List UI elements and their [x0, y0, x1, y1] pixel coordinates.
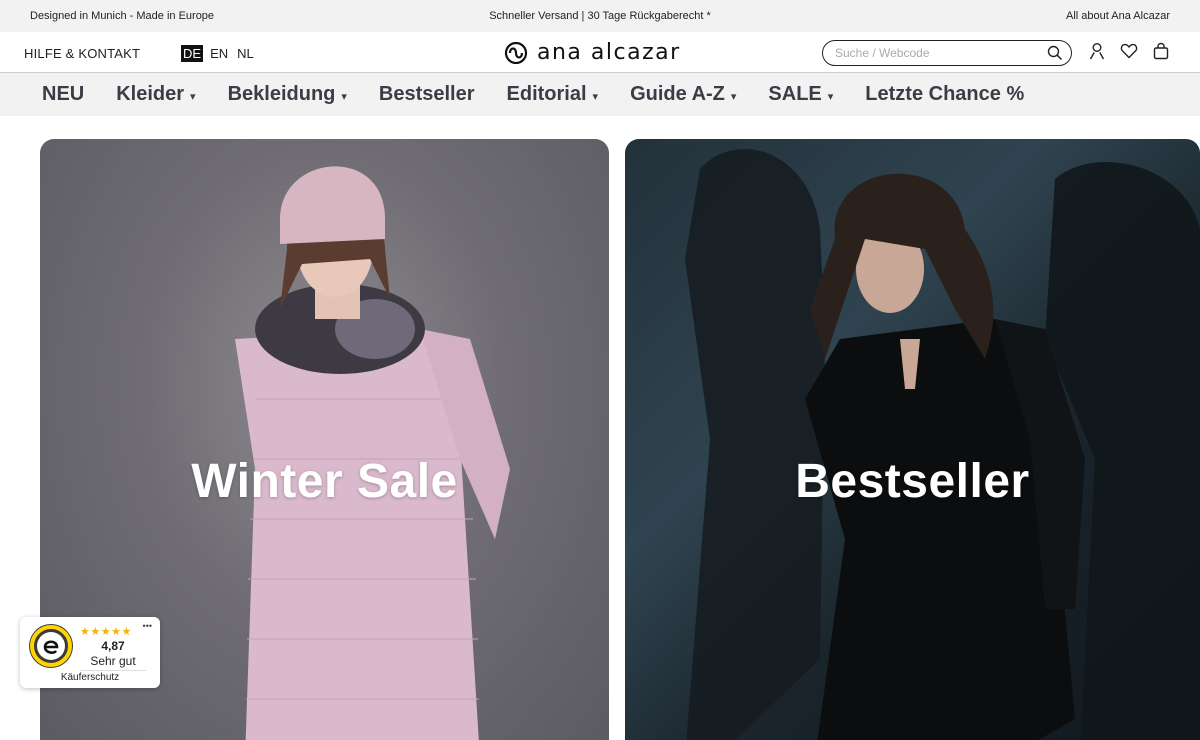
nav-item-neu[interactable]: NEU [42, 83, 84, 106]
wishlist-heart-icon[interactable] [1120, 42, 1138, 60]
search-icon[interactable] [1047, 45, 1063, 61]
chevron-down-icon: ▾ [827, 90, 834, 103]
nav-item-label: Editorial [506, 83, 587, 105]
hero-title-bestseller: Bestseller [795, 455, 1030, 508]
nav-item-label: Letzte Chance % [865, 83, 1025, 105]
nav-item-label: Bestseller [378, 83, 475, 105]
topbar-made-in-text: Designed in Munich - Made in Europe [30, 10, 215, 22]
language-de[interactable]: DE [181, 45, 204, 62]
chevron-down-icon: ▾ [341, 90, 347, 103]
nav-item-letzte-chance[interactable]: Letzte Chance % [865, 83, 1024, 106]
language-en[interactable]: EN [208, 45, 230, 62]
header-icons [1088, 42, 1170, 60]
rating-score: 4,87 [101, 639, 125, 653]
rating-text: Sehr gut [90, 654, 136, 668]
nav-item-label: SALE [768, 83, 822, 105]
language-nl[interactable]: NL [235, 45, 256, 62]
main-navigation: NEU Kleider ▾ Bekleidung ▾ Bestseller Ed… [0, 73, 1200, 116]
trusted-shops-badge[interactable]: ★★★★★ ••• 4,87 Sehr gut Käuferschutz [20, 617, 160, 688]
nav-item-label: NEU [42, 83, 85, 105]
topbar-about-link[interactable]: All about Ana Alcazar [1066, 10, 1170, 22]
nav-item-editorial[interactable]: Editorial ▾ [507, 83, 599, 106]
divider [80, 670, 146, 671]
shopping-bag-icon[interactable] [1152, 42, 1170, 60]
account-icon[interactable] [1088, 42, 1106, 60]
nav-item-label: Guide A-Z [630, 83, 725, 105]
logo-mark-icon [504, 41, 528, 64]
rating-stars: ★★★★★ [80, 626, 132, 638]
chevron-down-icon: ▾ [592, 90, 599, 103]
nav-item-bestseller[interactable]: Bestseller [379, 83, 475, 106]
buyer-protection-label: Käuferschutz [60, 672, 120, 683]
nav-item-kleider[interactable]: Kleider ▾ [116, 83, 195, 106]
nav-item-sale[interactable]: SALE ▾ [768, 83, 833, 106]
site-header: HILFE & KONTAKT DE EN NL ana alcazar [0, 32, 1200, 73]
more-icon: ••• [142, 621, 152, 631]
hero-title-winter-sale: Winter Sale [191, 455, 458, 508]
nav-item-guide[interactable]: Guide A-Z ▾ [630, 83, 736, 106]
logo-text: ana alcazar [537, 40, 681, 65]
hero-card-bestseller[interactable]: Bestseller [625, 139, 1200, 740]
chevron-down-icon: ▾ [190, 90, 196, 103]
nav-item-label: Kleider [116, 83, 185, 105]
help-contact-link[interactable]: HILFE & KONTAKT [24, 46, 140, 61]
search-input[interactable] [835, 46, 1047, 60]
language-switcher: DE EN NL [181, 45, 256, 62]
model-photo-placeholder [685, 149, 1200, 740]
nav-item-bekleidung[interactable]: Bekleidung ▾ [228, 83, 347, 106]
search-box [822, 40, 1072, 66]
trusted-shops-seal-icon [29, 624, 73, 668]
top-info-bar: Designed in Munich - Made in Europe Schn… [0, 0, 1200, 32]
nav-item-label: Bekleidung [227, 83, 336, 105]
chevron-down-icon: ▾ [730, 90, 737, 103]
brand-logo[interactable]: ana alcazar [503, 40, 681, 65]
